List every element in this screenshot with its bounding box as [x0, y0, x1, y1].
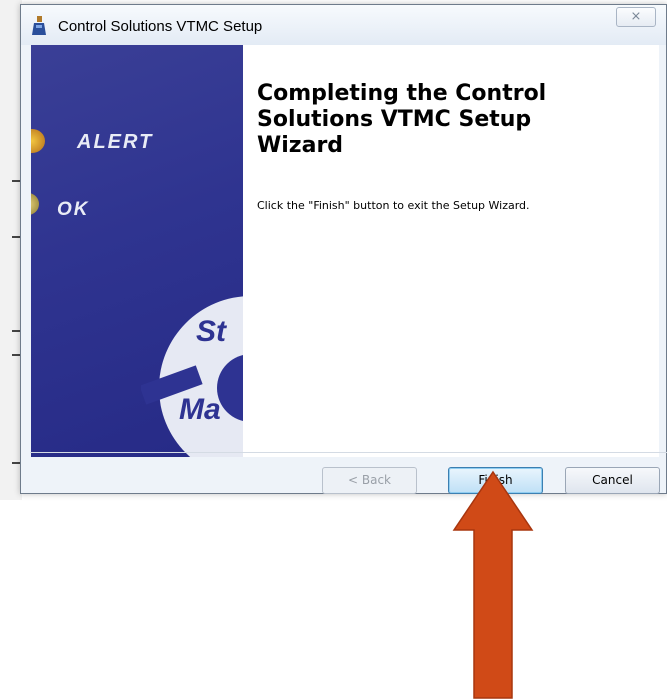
title-bar[interactable]: Control Solutions VTMC Setup ⨯ — [21, 5, 666, 45]
background-page-strip — [0, 0, 22, 500]
setup-wizard-window: Control Solutions VTMC Setup ⨯ ALERT OK … — [20, 4, 667, 494]
installer-app-icon — [32, 16, 46, 35]
wizard-heading: Completing the Control Solutions VTMC Se… — [257, 81, 547, 158]
up-arrow-icon — [452, 470, 534, 699]
ok-light — [31, 193, 39, 215]
alert-light — [31, 129, 45, 153]
dial-label-bottom: Ma — [179, 393, 221, 426]
wizard-side-banner-image: ALERT OK St Ma — [31, 45, 243, 457]
wizard-content: ALERT OK St Ma Completing the Control So… — [31, 45, 659, 457]
close-icon: ⨯ — [630, 9, 642, 24]
wizard-instruction: Click the "Finish" button to exit the Se… — [257, 199, 530, 212]
cancel-button[interactable]: Cancel — [565, 467, 660, 494]
close-button[interactable]: ⨯ — [616, 7, 656, 27]
back-button[interactable]: < Back — [322, 467, 417, 494]
ok-label: OK — [57, 199, 90, 220]
alert-label: ALERT — [77, 131, 154, 153]
button-area-separator — [30, 452, 667, 453]
dial-graphic — [141, 296, 243, 457]
dial-label-top: St — [196, 315, 226, 348]
window-title: Control Solutions VTMC Setup — [58, 18, 263, 35]
